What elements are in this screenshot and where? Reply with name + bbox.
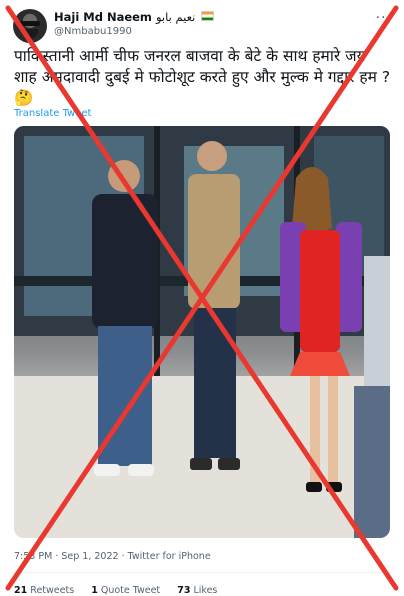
likes-label: Likes [193, 585, 218, 596]
author-handle[interactable]: @Nmbabu1990 [54, 26, 132, 37]
avatar-glasses [20, 21, 40, 26]
retweets-label: Retweets [30, 585, 75, 596]
tweet-date[interactable]: Sep 1, 2022 [61, 551, 118, 562]
likes-stat[interactable]: 73 Likes [177, 585, 217, 596]
meta-separator-2: · [121, 551, 125, 562]
translate-tweet-link[interactable]: Translate Tweet [14, 108, 91, 119]
more-options-icon[interactable]: ··· [376, 10, 392, 26]
author-name-native: نعیم بابو [155, 10, 196, 24]
divider [14, 572, 390, 573]
tweet-meta: 7:53 PM · Sep 1, 2022 · Twitter for iPho… [14, 551, 211, 562]
author-name[interactable]: Haji Md Naeem [54, 10, 152, 24]
quotes-count: 1 [91, 585, 98, 596]
meta-separator: · [55, 551, 59, 562]
retweets-count: 21 [14, 585, 28, 596]
likes-count: 73 [177, 585, 191, 596]
tweet-text: पाकिस्तानी आर्मी चीफ जनरल बाजवा के बेटे … [14, 47, 391, 107]
avatar-beard [22, 29, 38, 39]
author-name-row[interactable]: Haji Md Naeem نعیم بابو [54, 10, 215, 24]
tweet-card: Haji Md Naeem نعیم بابو @Nmbabu1990 ··· … [0, 0, 404, 596]
tweet-photo[interactable] [14, 126, 390, 538]
quotes-label: Quote Tweet [100, 585, 161, 596]
avatar[interactable] [13, 9, 47, 43]
retweets-stat[interactable]: 21 Retweets [14, 585, 74, 596]
quotes-stat[interactable]: 1 Quote Tweet [91, 585, 160, 596]
india-flag-icon [201, 11, 215, 21]
tweet-stats: 21 Retweets 1 Quote Tweet 73 Likes [14, 585, 217, 596]
tweet-time[interactable]: 7:53 PM [14, 551, 52, 562]
photo-illustration [14, 126, 390, 538]
tweet-source[interactable]: Twitter for iPhone [128, 551, 211, 562]
